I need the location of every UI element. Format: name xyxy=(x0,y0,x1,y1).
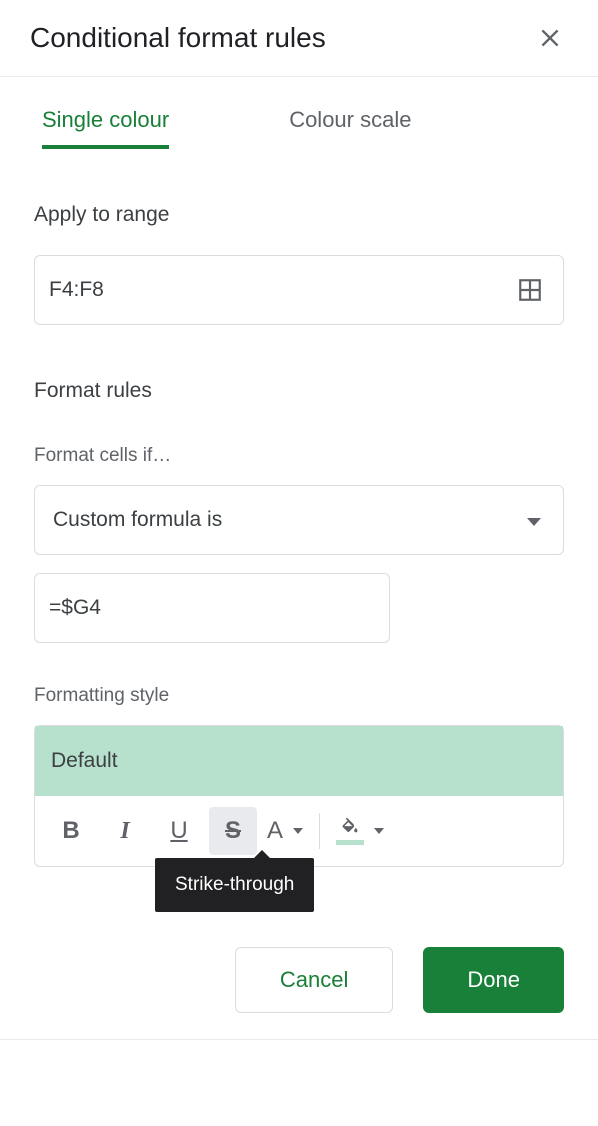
formatting-style-label: Formatting style xyxy=(34,685,564,707)
style-preview[interactable]: Default xyxy=(35,726,563,796)
strikethrough-button[interactable]: S xyxy=(209,807,257,855)
fill-color-icon xyxy=(336,817,364,845)
range-input[interactable] xyxy=(49,256,512,324)
tab-colour-scale[interactable]: Colour scale xyxy=(289,107,411,149)
toolbar-divider xyxy=(319,813,320,849)
formula-field[interactable] xyxy=(34,573,390,643)
tabs: Single colour Colour scale xyxy=(0,77,598,149)
panel-title: Conditional format rules xyxy=(30,22,326,54)
strikethrough-icon: S xyxy=(225,817,241,845)
cancel-button[interactable]: Cancel xyxy=(235,947,393,1013)
conditional-format-panel: Conditional format rules Single colour C… xyxy=(0,0,598,1040)
range-field[interactable] xyxy=(34,255,564,325)
style-container: Default B I U S A xyxy=(34,725,564,867)
chevron-down-icon xyxy=(374,828,384,834)
italic-icon: I xyxy=(120,818,129,845)
bold-button[interactable]: B xyxy=(47,807,95,855)
apply-range-label: Apply to range xyxy=(34,203,564,227)
underline-button[interactable]: U xyxy=(155,807,203,855)
tab-single-colour[interactable]: Single colour xyxy=(42,107,169,149)
format-rules-label: Format rules xyxy=(34,379,564,403)
tooltip: Strike-through xyxy=(155,858,314,912)
format-cells-if-label: Format cells if… xyxy=(34,445,564,467)
select-range-button[interactable] xyxy=(512,270,549,310)
done-button[interactable]: Done xyxy=(423,947,564,1013)
formula-input[interactable] xyxy=(49,574,375,642)
chevron-down-icon xyxy=(293,828,303,834)
italic-button[interactable]: I xyxy=(101,807,149,855)
condition-selected-label: Custom formula is xyxy=(53,508,222,532)
bold-icon: B xyxy=(62,817,79,845)
dropdown-icon xyxy=(527,508,541,532)
fill-color-button[interactable] xyxy=(332,817,388,845)
text-color-button[interactable]: A xyxy=(263,817,307,845)
close-icon xyxy=(537,25,563,51)
close-button[interactable] xyxy=(530,18,570,58)
panel-header: Conditional format rules xyxy=(0,0,598,77)
grid-icon xyxy=(517,277,543,303)
condition-select[interactable]: Custom formula is xyxy=(34,485,564,555)
underline-icon: U xyxy=(170,817,187,845)
style-toolbar: B I U S A Strike-thro xyxy=(35,796,563,866)
text-color-icon: A xyxy=(267,817,283,845)
